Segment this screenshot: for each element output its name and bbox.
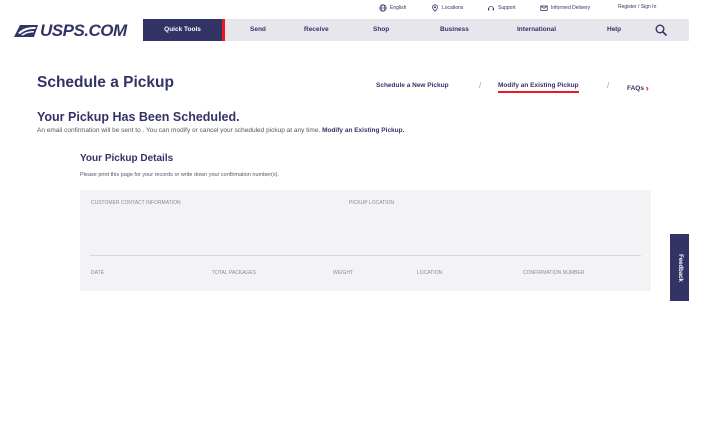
pickup-details-note: Please print this page for your records … [80,172,280,178]
informed-delivery-link[interactable]: Informed Delivery [540,4,590,12]
pickup-details-heading: Your Pickup Details [80,153,174,164]
eagle-logo-icon [14,25,38,37]
nav-shop[interactable]: Shop [373,19,389,41]
modify-existing-pickup-link[interactable]: Modify an Existing Pickup [498,82,579,93]
confirmation-number-column-header: Confirmation Number [523,270,585,276]
support-label: Support [498,5,516,11]
search-icon[interactable] [655,24,667,36]
confirmation-heading: Your Pickup Has Been Scheduled. [37,110,240,124]
date-column-header: Date [91,270,104,276]
usps-logo[interactable]: USPS.COM [14,20,127,42]
register-label: Register / Sign In [618,4,657,10]
subnav-separator: / [607,81,610,90]
location-column-header: Location [417,270,443,276]
chevron-right-icon: › [645,83,649,93]
utility-bar: English Locations Support Informed Deliv… [0,4,720,18]
nav-international[interactable]: International [517,19,556,41]
nav-quick-tools[interactable]: Quick Tools [143,19,225,41]
modify-existing-pickup-inline-link[interactable]: Modify an Existing Pickup. [322,127,404,134]
support-link[interactable]: Support [487,4,516,12]
support-icon [488,6,494,11]
locations-label: Locations [442,5,464,11]
register-link[interactable]: Register / Sign In [618,4,656,10]
nav-help[interactable]: Help [607,19,621,41]
globe-icon [379,4,387,12]
total-packages-column-header: Total Packages [212,270,256,276]
logo-text: USPS.COM [40,21,127,40]
weight-column-header: Weight [333,270,353,276]
locations-link[interactable]: Locations [431,4,463,12]
informed-delivery-label: Informed Delivery [551,5,591,11]
schedule-new-pickup-link[interactable]: Schedule a New Pickup [376,82,449,89]
nav-business[interactable]: Business [440,19,469,41]
pickup-details-panel: Customer Contact Information Pickup Loca… [80,190,651,291]
feedback-label: Feedback [676,253,683,282]
panel-divider [90,255,641,256]
nav-send[interactable]: Send [250,19,266,41]
mail-icon [540,5,548,11]
pickup-location-label: Pickup Location [349,200,395,206]
location-pin-icon [432,4,438,12]
confirmation-text: An email confirmation will be sent to . … [37,127,321,134]
language-label: English [390,5,407,11]
faqs-label: FAQs [627,85,644,92]
language-link[interactable]: English [379,4,406,12]
feedback-tab[interactable]: Feedback [670,234,689,301]
page-title: Schedule a Pickup [37,74,174,91]
nav-receive[interactable]: Receive [304,19,329,41]
subnav-separator: / [479,81,482,90]
main-navigation: Quick Tools Send Receive Shop Business I… [143,19,689,41]
customer-contact-label: Customer Contact Information [91,200,181,206]
faqs-link[interactable]: FAQs › [627,82,649,93]
confirmation-message: An email confirmation will be sent to . … [37,127,404,134]
